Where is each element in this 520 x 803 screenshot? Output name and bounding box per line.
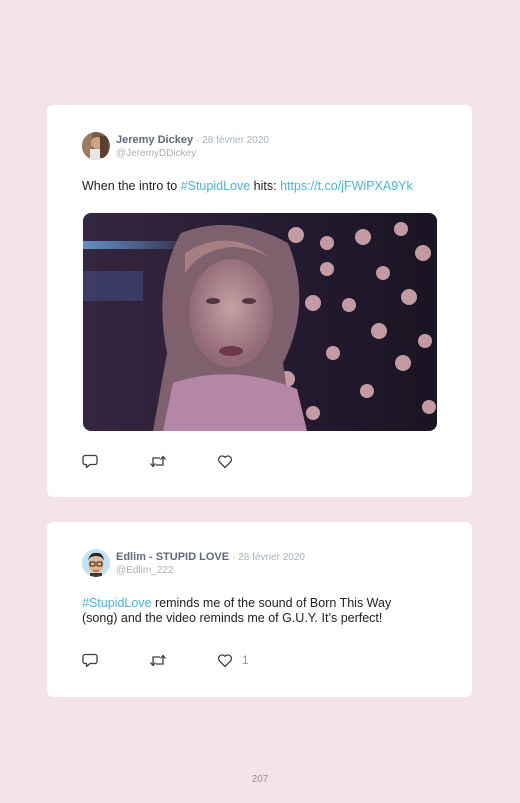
reply-icon[interactable] <box>82 454 98 469</box>
author-handle[interactable]: @JeremyDDickey <box>116 148 196 159</box>
reply-icon[interactable] <box>82 653 98 668</box>
like-count: 1 <box>242 653 249 667</box>
page-number: 207 <box>251 774 269 785</box>
tweet-text-line: #StupidLove reminds me of the sound of B… <box>82 596 442 611</box>
author-line: Edlim - STUPID LOVE · 28 février 2020 <box>116 551 305 563</box>
tweet-text-part: reminds me of the sound of Born This Way <box>151 596 392 610</box>
gif-video-still-image <box>83 213 437 431</box>
tweet-actions: 1 <box>82 653 282 669</box>
hashtag-link[interactable]: #StupidLove <box>181 179 251 193</box>
tweet-card: Jeremy Dickey · 28 février 2020 @JeremyD… <box>47 105 472 497</box>
tweet-card: Edlim - STUPID LOVE · 28 février 2020 @E… <box>47 522 472 697</box>
author-name[interactable]: Jeremy Dickey <box>116 134 193 146</box>
tweet-text: When the intro to #StupidLove hits: http… <box>82 179 442 194</box>
author-line: Jeremy Dickey · 28 février 2020 <box>116 134 269 146</box>
hashtag-link[interactable]: #StupidLove <box>82 596 152 610</box>
tweet-text: #StupidLove reminds me of the sound of B… <box>82 596 442 626</box>
avatar[interactable] <box>82 132 110 160</box>
like-icon[interactable] <box>217 653 233 668</box>
tweet-date: · 28 février 2020 <box>232 552 305 563</box>
tweet-media[interactable] <box>83 213 437 431</box>
tweet-text-part: hits: <box>250 179 281 193</box>
avatar[interactable] <box>82 549 110 577</box>
author-name[interactable]: Edlim - STUPID LOVE <box>116 551 229 563</box>
like-icon[interactable] <box>217 454 233 469</box>
tweet-actions <box>82 454 282 470</box>
retweet-icon[interactable] <box>149 454 167 469</box>
retweet-icon[interactable] <box>149 653 167 668</box>
tweet-text-line: (song) and the video reminds me of G.U.Y… <box>82 611 383 625</box>
tweet-text-part: When the intro to <box>82 179 181 193</box>
tweet-date: · 28 février 2020 <box>196 135 269 146</box>
author-handle[interactable]: @Edlim_222 <box>116 565 173 576</box>
url-link[interactable]: https://t.co/jFWiPXA9Yk <box>280 179 413 193</box>
